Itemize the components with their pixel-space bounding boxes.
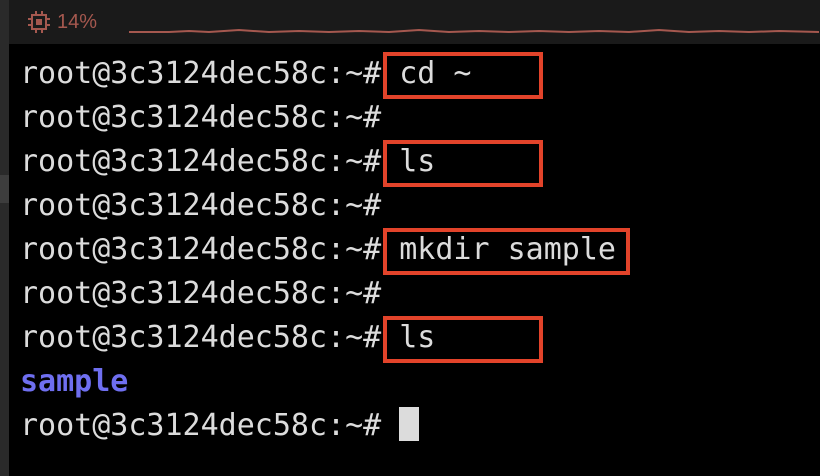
shell-prompt: root@3c3124dec58c:~# (20, 100, 382, 135)
shell-prompt: root@3c3124dec58c:~# (20, 144, 382, 179)
command-highlight-box (383, 140, 544, 187)
command-highlight-box (383, 228, 630, 275)
shell-prompt: root@3c3124dec58c:~# (20, 408, 382, 443)
shell-prompt: root@3c3124dec58c:~# (20, 232, 382, 267)
command-highlight-box (383, 316, 544, 363)
prompt-line: root@3c3124dec58c:~# (20, 272, 810, 316)
shell-prompt: root@3c3124dec58c:~# (20, 56, 382, 91)
shell-prompt: root@3c3124dec58c:~# (20, 320, 382, 355)
command-highlight-box (383, 52, 544, 99)
command-output-line: sample (20, 364, 129, 399)
window-edge-mark (0, 175, 9, 203)
cpu-usage-graph (129, 28, 819, 34)
cpu-usage-label: 14% (57, 11, 98, 33)
text-cursor[interactable] (399, 406, 420, 441)
shell-prompt: root@3c3124dec58c:~# (20, 276, 382, 311)
status-bar: 14% (9, 0, 820, 44)
prompt-line: root@3c3124dec58c:~# (20, 96, 810, 140)
prompt-line: root@3c3124dec58c:~# (20, 184, 810, 228)
prompt-line: root@3c3124dec58c:~# (20, 404, 810, 448)
cpu-chip-icon (28, 11, 50, 33)
shell-prompt: root@3c3124dec58c:~# (20, 188, 382, 223)
window-edge (0, 0, 9, 476)
